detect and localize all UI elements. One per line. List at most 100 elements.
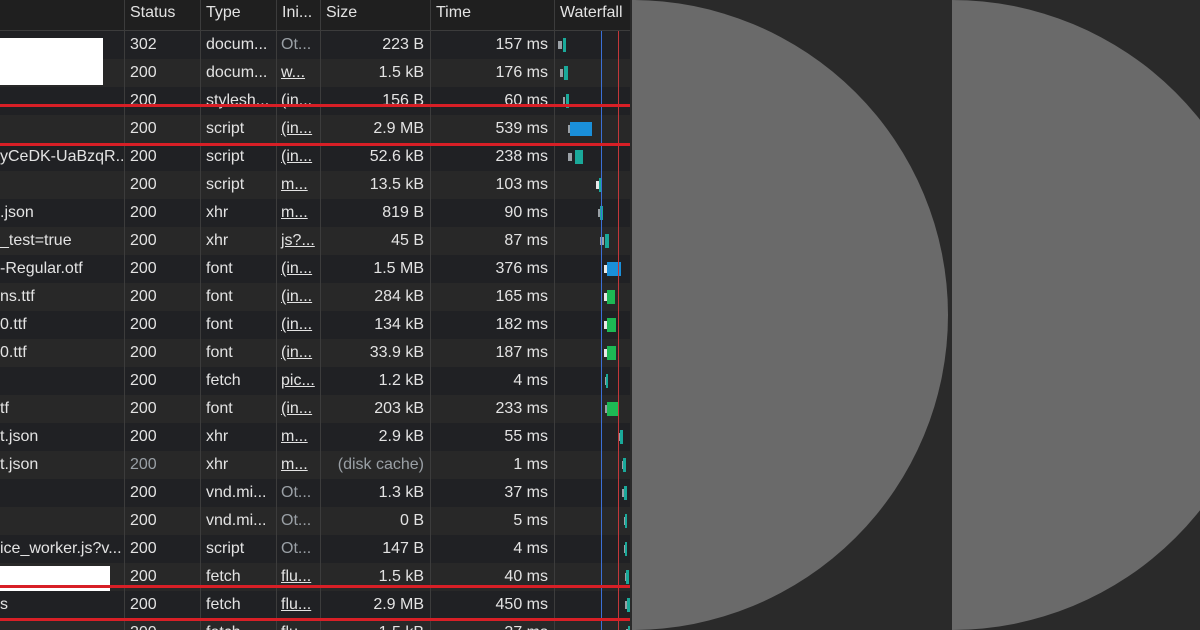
initiator-cell[interactable]: (in...	[276, 311, 320, 339]
table-row[interactable]: 200 vnd.mi... Ot... 1.3 kB 37 ms	[0, 479, 630, 507]
table-row[interactable]: s 200 fetch flu... 2.9 MB 450 ms	[0, 591, 630, 619]
waterfall-timing-bar	[564, 66, 568, 80]
initiator-cell[interactable]: pic...	[276, 367, 320, 395]
type-cell: vnd.mi...	[206, 484, 267, 501]
initiator-cell[interactable]: (in...	[276, 115, 320, 143]
request-name: .json	[0, 204, 34, 221]
waterfall-queue-bar	[568, 153, 572, 161]
type-column-header[interactable]: Type	[200, 0, 276, 30]
request-name: yCeDK-UaBzqR...	[0, 148, 124, 165]
initiator-cell[interactable]: m...	[276, 199, 320, 227]
table-row[interactable]: t.json 200 xhr m... 2.9 kB 55 ms	[0, 423, 630, 451]
waterfall-timing-bar	[605, 234, 609, 248]
table-row[interactable]: 0.ttf 200 font (in... 33.9 kB 187 ms	[0, 339, 630, 367]
time-column-header[interactable]: Time	[430, 0, 554, 30]
redaction-box	[0, 38, 103, 85]
status-cell: 200	[130, 400, 157, 417]
table-row[interactable]: ns.ttf 200 font (in... 284 kB 165 ms	[0, 283, 630, 311]
waterfall-timing-bar	[625, 514, 627, 528]
status-cell: 200	[130, 260, 157, 277]
initiator-cell: Ot...	[281, 512, 312, 529]
time-cell: 5 ms	[513, 512, 548, 529]
status-cell: 200	[130, 120, 157, 137]
highlight-line	[0, 104, 630, 107]
time-cell: 4 ms	[513, 540, 548, 557]
initiator-cell[interactable]: m...	[276, 423, 320, 451]
size-cell: 52.6 kB	[369, 148, 424, 165]
waterfall-timing-bar	[570, 122, 592, 136]
size-cell: 203 kB	[374, 400, 424, 417]
waterfall-timing-bar	[575, 150, 583, 164]
time-cell: 157 ms	[495, 36, 548, 53]
table-row[interactable]: 200 vnd.mi... Ot... 0 B 5 ms	[0, 507, 630, 535]
initiator-column-header[interactable]: Ini...	[276, 0, 320, 30]
initiator-cell[interactable]: (in...	[276, 255, 320, 283]
table-row[interactable]: _test=true 200 xhr js?... 45 B 87 ms	[0, 227, 630, 255]
table-row[interactable]: 200 script m... 13.5 kB 103 ms	[0, 171, 630, 199]
type-cell: script	[206, 148, 245, 165]
network-panel: Status Type Ini... Size Time Waterfall 3…	[0, 0, 630, 630]
request-name: 0.ttf	[0, 344, 27, 361]
table-row[interactable]: t.json 200 xhr m... (disk cache) 1 ms	[0, 451, 630, 479]
table-row[interactable]: 0.ttf 200 font (in... 134 kB 182 ms	[0, 311, 630, 339]
size-cell: 223 B	[382, 36, 424, 53]
type-cell: stylesh...	[206, 92, 270, 109]
initiator-cell[interactable]: (in...	[276, 87, 320, 115]
type-cell: fetch	[206, 372, 241, 389]
waterfall-timing-bar	[627, 598, 630, 612]
initiator-cell[interactable]: flu...	[276, 591, 320, 619]
waterfall-column-header[interactable]: Waterfall	[554, 0, 630, 30]
initiator-cell[interactable]: (in...	[276, 395, 320, 423]
initiator-cell[interactable]: (in...	[276, 143, 320, 171]
table-row[interactable]: yCeDK-UaBzqR... 200 script (in... 52.6 kB 238…	[0, 143, 630, 171]
half-circle-right-panel	[952, 0, 1200, 630]
table-row[interactable]: -Regular.otf 200 font (in... 1.5 MB 376 ms	[0, 255, 630, 283]
size-cell: 147 B	[382, 540, 424, 557]
size-cell: 1.2 kB	[378, 372, 424, 389]
size-cell: 2.9 kB	[378, 428, 424, 445]
waterfall-timing-bar	[628, 626, 630, 630]
initiator-cell: Ot...	[281, 484, 312, 501]
column-divider	[554, 31, 555, 630]
status-column-header[interactable]: Status	[124, 0, 200, 30]
time-cell: 233 ms	[495, 400, 548, 417]
time-cell: 376 ms	[495, 260, 548, 277]
waterfall-timing-bar	[626, 570, 629, 584]
load-event-line	[618, 31, 619, 630]
initiator-cell[interactable]: (in...	[276, 283, 320, 311]
waterfall-timing-bar	[607, 346, 616, 360]
status-cell: 200	[130, 316, 157, 333]
column-divider	[200, 31, 201, 630]
request-name	[0, 479, 124, 507]
name-column-header[interactable]	[0, 0, 124, 30]
time-cell: 182 ms	[495, 316, 548, 333]
table-row[interactable]: tf 200 font (in... 203 kB 233 ms	[0, 395, 630, 423]
initiator-cell[interactable]: (in...	[276, 339, 320, 367]
type-cell: font	[206, 344, 233, 361]
initiator-cell[interactable]: w...	[276, 59, 320, 87]
type-cell: xhr	[206, 456, 229, 473]
table-row[interactable]: .json 200 xhr m... 819 B 90 ms	[0, 199, 630, 227]
table-row[interactable]: ice_worker.js?v... 200 script Ot... 147 B 4 m…	[0, 535, 630, 563]
table-row[interactable]: 200 script (in... 2.9 MB 539 ms	[0, 115, 630, 143]
size-cell: 1.5 kB	[378, 64, 424, 81]
time-cell: 450 ms	[495, 596, 548, 613]
initiator-cell[interactable]: js?...	[276, 227, 320, 255]
type-cell: vnd.mi...	[206, 512, 267, 529]
initiator-cell[interactable]: m...	[276, 171, 320, 199]
column-divider	[276, 31, 277, 630]
status-cell: 200	[130, 232, 157, 249]
request-name	[0, 507, 124, 535]
initiator-cell[interactable]: m...	[276, 451, 320, 479]
size-cell: 45 B	[391, 232, 424, 249]
table-row[interactable]: 200 fetch pic... 1.2 kB 4 ms	[0, 367, 630, 395]
type-cell: docum...	[206, 64, 268, 81]
status-cell: 200	[130, 288, 157, 305]
request-name: _test=true	[0, 232, 72, 249]
size-column-header[interactable]: Size	[320, 0, 430, 30]
time-cell: 37 ms	[504, 484, 548, 501]
time-cell: 4 ms	[513, 372, 548, 389]
table-row[interactable]: 200 stylesh... (in... 156 B 60 ms	[0, 87, 630, 115]
waterfall-timing-bar	[623, 458, 626, 472]
type-cell: font	[206, 288, 233, 305]
